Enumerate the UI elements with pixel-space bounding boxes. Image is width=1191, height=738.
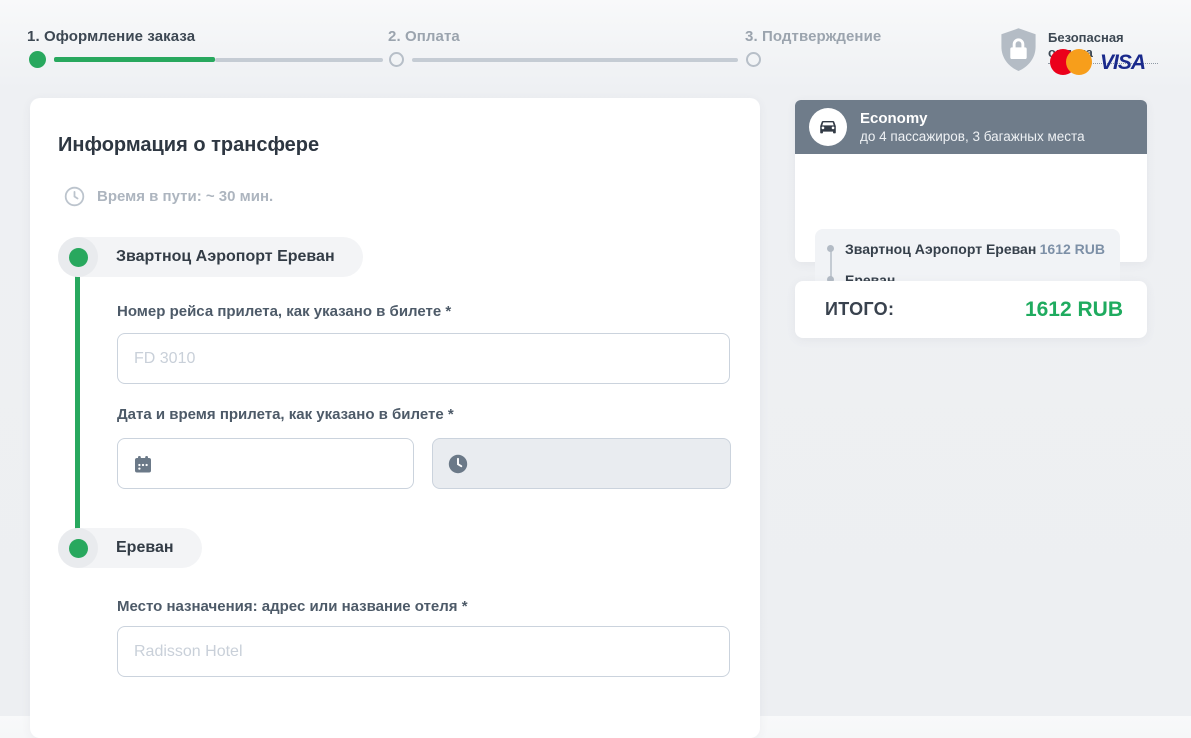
mastercard-icon (1050, 49, 1092, 80)
destination-label: Место назначения: адрес или название оте… (117, 598, 468, 615)
step-1-label: 1. Оформление заказа (27, 28, 196, 45)
destination-chip-label: Ереван (116, 539, 174, 556)
order-summary-card: Economy до 4 пассажиров, 3 багажных мест… (795, 100, 1147, 293)
clock-outline-icon (64, 186, 85, 207)
destination-chip: Ереван (58, 528, 202, 568)
step-2-label: 2. Оплата (388, 28, 460, 45)
origin-chip: Звартноц Аэропорт Ереван (58, 237, 363, 277)
calendar-icon (132, 453, 154, 475)
visa-logo: VISA (1100, 51, 1146, 74)
step-3-indicator (746, 52, 761, 67)
origin-dot-circle (58, 237, 98, 277)
page-title: Информация о трансфере (58, 134, 320, 156)
secure-payment-block: Безопасная оплата VISA (998, 28, 1158, 76)
origin-chip-label: Звартноц Аэропорт Ереван (116, 248, 335, 265)
vehicle-class-name: Economy (860, 110, 928, 127)
destination-dot (68, 538, 88, 558)
destination-field-wrap (117, 626, 730, 677)
clock-filled-icon (447, 453, 469, 475)
destination-input[interactable] (117, 626, 730, 677)
travel-time-row: Время в пути: ~ 30 мин. (64, 186, 273, 207)
time-input[interactable] (479, 454, 716, 473)
total-value: 1612 RUB (1024, 297, 1123, 321)
time-field[interactable] (432, 438, 731, 489)
route-summary-connector (829, 251, 832, 278)
step-3-label: 3. Подтверждение (745, 28, 882, 45)
vehicle-class-info: до 4 пассажиров, 3 багажных места (860, 129, 1085, 144)
route-origin-name: Звартноц Аэропорт Ереван (845, 241, 1037, 257)
flight-number-label: Номер рейса прилета, как указано в билет… (117, 303, 452, 320)
vehicle-class-header: Economy до 4 пассажиров, 3 багажных мест… (795, 100, 1147, 154)
date-field[interactable] (117, 438, 414, 489)
car-icon (809, 108, 847, 146)
total-label: ИТОГО: (825, 299, 895, 319)
datetime-label: Дата и время прилета, как указано в биле… (117, 406, 454, 423)
shield-lock-icon (998, 28, 1039, 78)
origin-dot (68, 247, 88, 267)
travel-time-text: Время в пути: ~ 30 мин. (97, 188, 274, 205)
step-2-indicator (389, 52, 404, 67)
route-price: 1612 RUB (1039, 241, 1105, 257)
progress-bar-segment-2 (412, 57, 738, 62)
date-input[interactable] (164, 454, 399, 473)
flight-number-field-wrap (117, 333, 730, 384)
route-connector-line (75, 258, 80, 548)
flight-number-input[interactable] (117, 333, 730, 384)
total-card: ИТОГО: 1612 RUB (795, 281, 1147, 338)
transfer-info-card: Информация о трансфере Время в пути: ~ 3… (30, 98, 760, 738)
step-1-indicator (29, 51, 46, 68)
progress-bar-segment-1 (215, 57, 383, 62)
progress-bar-filled (54, 57, 215, 62)
route-origin-dot (827, 245, 834, 252)
destination-dot-circle (58, 528, 98, 568)
